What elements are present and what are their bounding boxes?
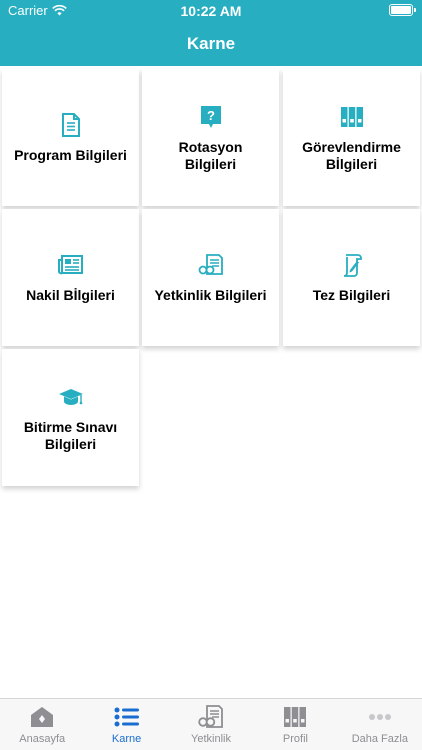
tab-anasayfa[interactable]: Anasayfa: [0, 699, 84, 750]
tab-label: Daha Fazla: [351, 733, 408, 745]
tile-tez-bilgileri[interactable]: Tez Bilgileri: [283, 209, 420, 346]
tile-rotasyon-bilgileri[interactable]: ? Rotasyon Bilgileri: [142, 69, 279, 206]
tab-label: Profil: [282, 733, 308, 745]
document-icon: [61, 113, 80, 137]
binders-icon: [340, 106, 363, 127]
svg-text:?: ?: [207, 108, 215, 123]
app-header: Carrier 10:22 AM Karne: [0, 0, 422, 66]
tile-label: Bitirme Sınavı Bilgileri: [23, 418, 118, 452]
tile-nakil-bilgileri[interactable]: Nakil Bİlgileri: [2, 209, 139, 346]
tab-label: Yetkinlik: [191, 733, 231, 745]
glasses-document-icon: [198, 254, 223, 275]
pen-paper-icon: [343, 254, 362, 277]
newspaper-icon: [57, 255, 83, 275]
tile-label: Tez Bilgileri: [312, 287, 391, 303]
tab-yetkinlik[interactable]: Yetkinlik: [169, 699, 253, 750]
binders-icon: [284, 707, 307, 727]
graduation-cap-icon: [58, 388, 83, 405]
tab-profil[interactable]: Profil: [253, 699, 337, 750]
tile-label: Görevlendirme Bİlgileri: [302, 138, 401, 172]
list-icon: [114, 707, 139, 727]
more-icon: [368, 714, 391, 720]
tile-program-bilgileri[interactable]: Program Bilgileri: [2, 69, 139, 206]
tab-label: Anasayfa: [19, 733, 66, 745]
tile-bitirme-sinavi-bilgileri[interactable]: Bitirme Sınavı Bilgileri: [2, 349, 139, 486]
tab-bar: Anasayfa Karne Yetkinlik Profil Daha Faz…: [0, 698, 422, 750]
tab-daha-fazla[interactable]: Daha Fazla: [338, 699, 422, 750]
status-bar: Carrier 10:22 AM: [0, 0, 422, 22]
home-icon: [31, 707, 54, 727]
status-time: 10:22 AM: [180, 3, 242, 19]
page-title: Karne: [186, 34, 236, 53]
glasses-document-icon: [198, 705, 223, 728]
tile-label: Nakil Bİlgileri: [26, 287, 115, 303]
battery-icon: [389, 4, 416, 16]
tile-yetkinlik-bilgileri[interactable]: Yetkinlik Bilgileri: [142, 209, 279, 346]
tile-gorevlendirme-bilgileri[interactable]: Görevlendirme Bİlgileri: [283, 69, 420, 206]
tile-label: Program Bilgileri: [14, 147, 127, 163]
question-icon: ?: [200, 105, 221, 128]
tile-label: Yetkinlik Bilgileri: [154, 287, 267, 303]
tile-label: Rotasyon Bilgileri: [178, 138, 243, 172]
tab-karne[interactable]: Karne: [84, 699, 168, 750]
tab-label: Karne: [111, 733, 142, 745]
